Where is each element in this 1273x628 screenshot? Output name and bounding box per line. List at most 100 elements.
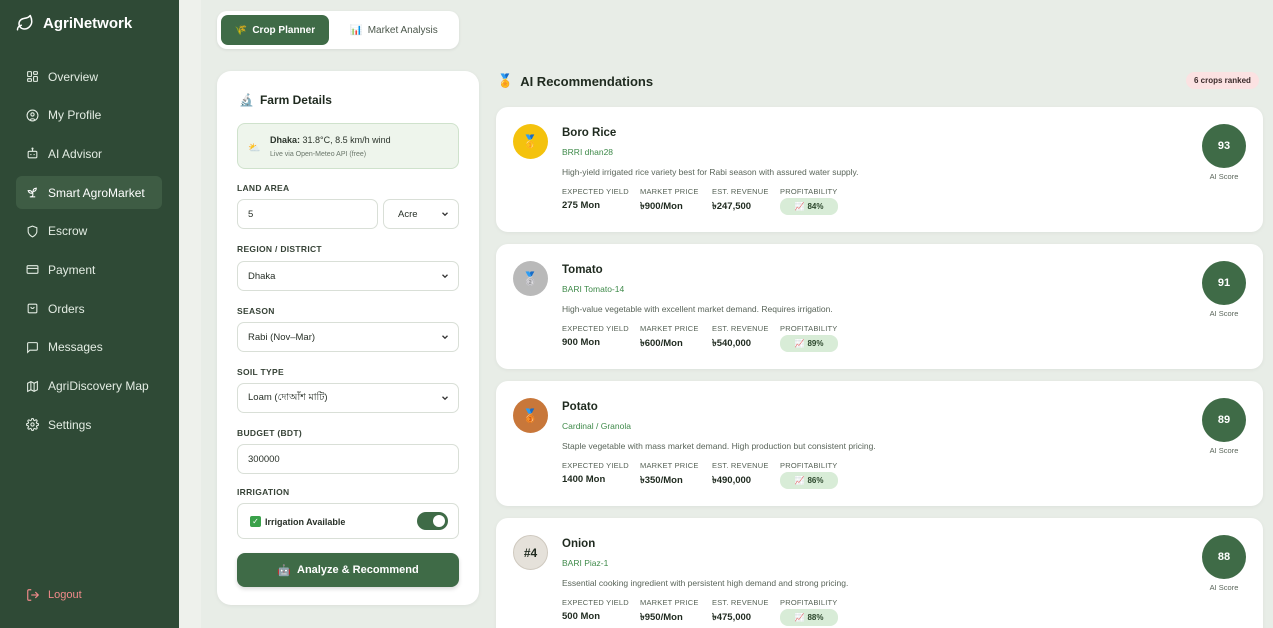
crop-variety: Cardinal / Granola (562, 421, 631, 431)
chat-icon (27, 341, 38, 354)
sidebar-item-my-profile[interactable]: My Profile (16, 99, 162, 132)
sidebar-item-label: Messages (48, 340, 103, 355)
soil-label: SOIL TYPE (237, 367, 284, 377)
metric-yield: EXPECTED YIELD 1400 Mon (562, 461, 629, 485)
credit-card-icon (26, 265, 39, 275)
crop-name: Potato (562, 401, 598, 413)
region-select[interactable]: Dhaka (237, 261, 459, 291)
crop-variety: BRRI dhan28 (562, 147, 614, 157)
soil-select[interactable]: Loam (দোআঁশ মাটি) (237, 383, 459, 413)
weather-box: ⛅ Dhaka: 31.8°C, 8.5 km/h wind Live via … (237, 123, 459, 169)
crop-description: High-value vegetable with excellent mark… (562, 304, 833, 314)
farm-details-card: 🔬 Farm Details ⛅ Dhaka: 31.8°C, 8.5 km/h… (217, 71, 479, 605)
shield-icon (27, 225, 38, 238)
region-label: REGION / DISTRICT (237, 244, 322, 254)
metric-header: PROFITABILITY (780, 598, 838, 607)
brand[interactable]: AgriNetwork (16, 14, 132, 32)
logout-label: Logout (48, 589, 82, 601)
metric-price: MARKET PRICE ৳350/Mon (640, 461, 699, 489)
weather-place: Dhaka: (270, 135, 301, 145)
metric-profitability: PROFITABILITY (780, 461, 837, 470)
medal-icon: 🥈 (513, 261, 548, 296)
metric-profitability: PROFITABILITY (780, 598, 837, 607)
sidebar-item-ai-advisor[interactable]: AI Advisor (16, 137, 162, 170)
sidebar-item-messages[interactable]: Messages (16, 331, 162, 364)
irrigation-row: ✓ Irrigation Available (237, 503, 459, 539)
land-area-input[interactable]: 5 (237, 199, 378, 229)
metric-value: 1400 Mon (562, 474, 606, 485)
metric-value: 900 Mon (562, 337, 601, 348)
ai-score-circle: 89 (1202, 398, 1246, 442)
irrigation-text: Irrigation Available (265, 517, 346, 527)
profitability-pill: 📈 88% (780, 609, 838, 626)
sidebar-item-settings[interactable]: Settings (16, 408, 162, 441)
season-value: Rabi (Nov–Mar) (248, 331, 316, 343)
ai-score-label: AI Score (1209, 583, 1239, 592)
sidebar: AgriNetwork Overview My Profile AI Advis… (0, 0, 179, 628)
trend-icon: 📈 (794, 339, 805, 348)
toggle-knob (433, 515, 445, 527)
sidebar-item-payment[interactable]: Payment (16, 253, 162, 286)
land-area-label: LAND AREA (237, 183, 290, 193)
sidebar-item-overview[interactable]: Overview (16, 60, 162, 93)
tab-label: Market Analysis (367, 24, 438, 36)
analyze-recommend-button[interactable]: 🤖 Analyze & Recommend (237, 553, 459, 587)
sidebar-item-agridiscovery-map[interactable]: AgriDiscovery Map (16, 370, 162, 403)
recommendation-card[interactable]: 🥈 Tomato BARI Tomato-14 High-value vegetabl… (496, 244, 1263, 369)
metric-price: MARKET PRICE ৳950/Mon (640, 598, 699, 626)
crop-variety: BARI Tomato-14 (562, 284, 625, 294)
land-unit-select[interactable]: Acre (383, 199, 459, 229)
trend-icon: 📈 (794, 476, 805, 485)
checkmark-icon: ✓ (250, 516, 261, 527)
logout-button[interactable]: Logout (26, 588, 82, 602)
metric-value: ৳350/Mon (640, 475, 683, 486)
sidebar-item-smart-agromarket[interactable]: Smart AgroMarket (16, 176, 162, 210)
planner-tabs: 🌾 Crop Planner 📊 Market Analysis (217, 11, 459, 49)
crop-description: High-yield irrigated rice variety best f… (562, 167, 859, 177)
weather-text: 31.8°C, 8.5 km/h wind (302, 135, 391, 145)
crop-variety: BARI Piaz-1 (562, 558, 609, 568)
medal-icon: 🥇 (513, 124, 548, 159)
sidebar-item-escrow[interactable]: Escrow (16, 215, 162, 248)
recommendations-title: 🏅 AI Recommendations (497, 73, 653, 89)
weather-source: Live via Open-Meteo API (free) (270, 151, 367, 158)
ai-score-circle: 88 (1202, 535, 1246, 579)
form-title-text: Farm Details (259, 93, 332, 107)
trend-icon: 📈 (794, 202, 805, 211)
sidebar-item-label: Payment (48, 262, 96, 277)
metric-value: ৳490,000 (712, 475, 752, 486)
sprout-icon (27, 187, 37, 198)
metric-header: EST. REVENUE (712, 324, 769, 333)
sidebar-item-orders[interactable]: Orders (16, 292, 162, 325)
season-select[interactable]: Rabi (Nov–Mar) (237, 322, 459, 352)
land-unit-value: Acre (398, 208, 418, 220)
microscope-icon: 🔬 (239, 93, 254, 107)
robot-icon: 🤖 (277, 564, 292, 577)
budget-input[interactable]: 300000 (237, 444, 459, 474)
metric-header: EXPECTED YIELD (562, 461, 629, 470)
irrigation-toggle[interactable] (417, 512, 448, 530)
sidebar-item-label: Escrow (48, 224, 88, 239)
profitability-value: 84% (807, 202, 824, 211)
recommendation-card[interactable]: #4 Onion BARI Piaz-1 Essential cooking ingr… (496, 518, 1263, 628)
app-name: AgriNetwork (43, 14, 133, 32)
tab-market-analysis[interactable]: 📊 Market Analysis (333, 15, 455, 45)
metric-yield: EXPECTED YIELD 275 Mon (562, 187, 629, 211)
season-label: SEASON (237, 306, 275, 316)
chevron-down-icon (442, 274, 448, 279)
ai-score-label: AI Score (1209, 446, 1239, 455)
budget-value: 300000 (248, 453, 280, 465)
recommendation-card[interactable]: 🥇 Boro Rice BRRI dhan28 High-yield irrigate… (496, 107, 1263, 232)
sidebar-item-label: AgriDiscovery Map (48, 379, 149, 393)
tab-crop-planner[interactable]: 🌾 Crop Planner (221, 15, 329, 45)
weather-sun-icon: ⛅ (248, 143, 261, 154)
profitability-value: 89% (807, 339, 824, 348)
profitability-value: 86% (807, 476, 824, 485)
metric-price: MARKET PRICE ৳600/Mon (640, 324, 699, 352)
recommendations-title-text: AI Recommendations (520, 73, 654, 89)
metric-yield: EXPECTED YIELD 900 Mon (562, 324, 629, 348)
recommendation-card[interactable]: 🥉 Potato Cardinal / Granola Staple vegetabl… (496, 381, 1263, 506)
metric-revenue: EST. REVENUE ৳247,500 (712, 187, 769, 215)
metric-header: EST. REVENUE (712, 187, 769, 196)
metric-header: EST. REVENUE (712, 461, 769, 470)
